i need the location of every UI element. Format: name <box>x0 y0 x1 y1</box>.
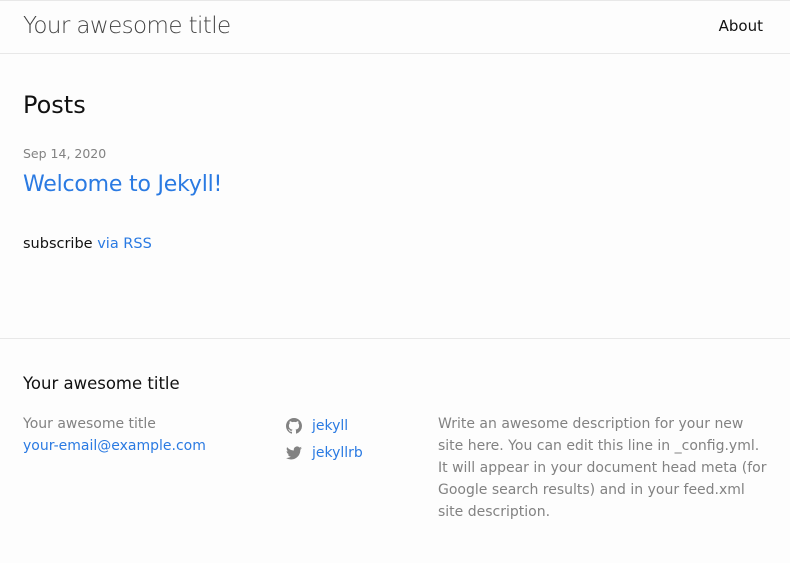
social-item-github[interactable]: jekyll <box>286 412 426 439</box>
post-title-link[interactable]: Welcome to Jekyll! <box>23 170 222 200</box>
footer-heading: Your awesome title <box>23 374 180 393</box>
site-footer: Your awesome title Your awesome title yo… <box>0 338 790 563</box>
social-item-twitter[interactable]: jekyllrb <box>286 439 426 466</box>
footer-email-link[interactable]: your-email@example.com <box>23 435 273 457</box>
rss-link[interactable]: via RSS <box>97 236 152 252</box>
social-link-twitter[interactable]: jekyllrb <box>312 443 363 463</box>
twitter-icon <box>286 445 302 461</box>
footer-social: jekyll jekyllrb <box>286 412 426 466</box>
github-icon <box>286 417 302 434</box>
site-header: Your awesome title About <box>0 0 790 54</box>
footer-contact: Your awesome title your-email@example.co… <box>23 413 273 457</box>
footer-name: Your awesome title <box>23 416 156 432</box>
post-list-heading: Posts <box>23 91 86 119</box>
post-date: Sep 14, 2020 <box>23 146 107 161</box>
rss-prefix: subscribe <box>23 236 93 252</box>
nav-about-link[interactable]: About <box>719 16 763 36</box>
page-content: Posts Sep 14, 2020 Welcome to Jekyll! su… <box>0 54 790 338</box>
social-link-github[interactable]: jekyll <box>312 416 348 436</box>
footer-description: Write an awesome description for your ne… <box>438 416 767 520</box>
site-title-link[interactable]: Your awesome title <box>23 10 231 42</box>
rss-subscribe: subscribe via RSS <box>23 234 152 254</box>
